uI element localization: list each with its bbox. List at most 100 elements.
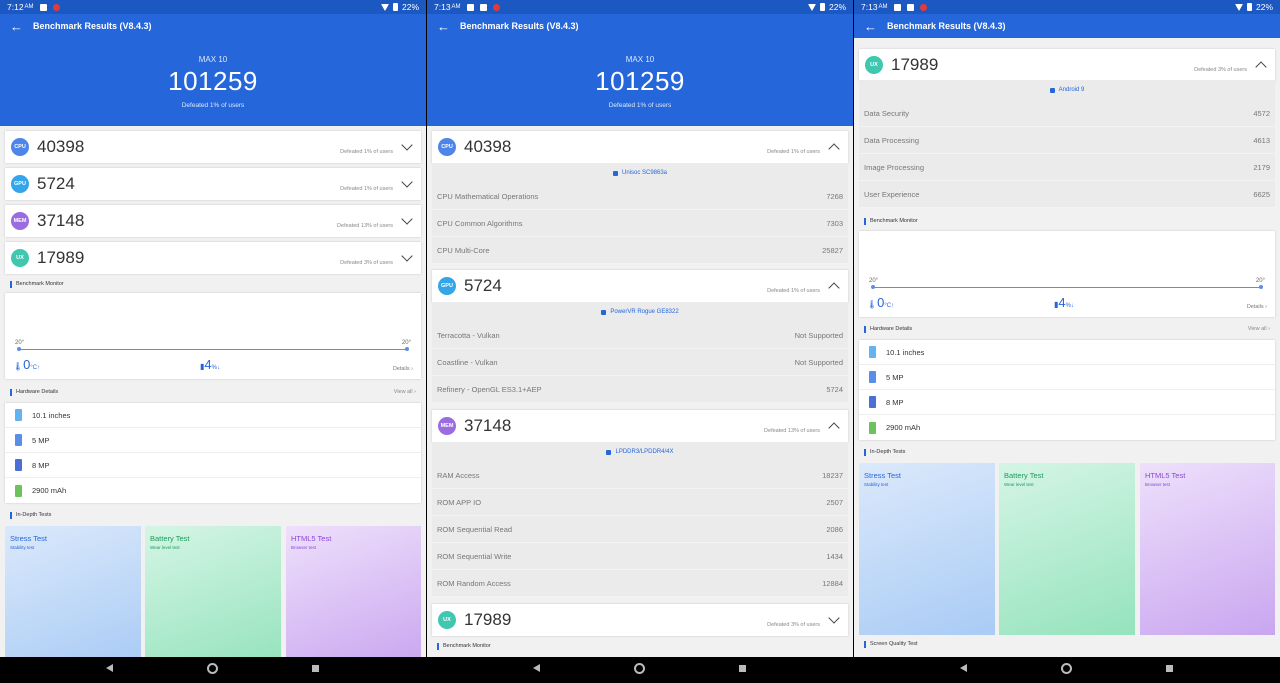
recents-nav-icon[interactable] xyxy=(1166,665,1173,672)
details-link[interactable]: Details › xyxy=(1247,304,1267,310)
gpu-score: 5724 xyxy=(464,276,502,295)
cpu-score: 40398 xyxy=(464,137,512,156)
app-bar: ← Benchmark Results (V8.4.3) xyxy=(427,14,853,38)
list-item: User Experience 6625 xyxy=(859,181,1275,208)
home-nav-icon[interactable] xyxy=(634,663,645,674)
chevron-up-icon[interactable] xyxy=(1255,59,1267,71)
recents-nav-icon[interactable] xyxy=(739,665,746,672)
mem-badge: MEM xyxy=(11,212,29,230)
tile-subtitle: Browser test xyxy=(1145,482,1171,487)
ux-score-card[interactable]: UX 17989 Defeated 3% of users xyxy=(859,49,1275,81)
chevron-up-icon[interactable] xyxy=(828,141,840,153)
app-bar-title: Benchmark Results (V8.4.3) xyxy=(33,21,152,31)
gpu-score-card[interactable]: GPU 5724 Defeated 1% of users xyxy=(5,168,421,200)
list-item: 2900 mAh xyxy=(5,478,421,503)
mem-chip: LPDDR3/LPDDR4/4X xyxy=(432,442,848,462)
screen-ux-details: 7:13 AM 22% ← Benchmark Results (V8.4.3) … xyxy=(854,0,1280,657)
chevron-down-icon[interactable] xyxy=(401,178,413,190)
total-defeated: Defeated 1% of users xyxy=(181,102,245,109)
chevron-up-icon[interactable] xyxy=(828,280,840,292)
temperature-rise: 🌡0°C↑ xyxy=(13,357,40,372)
back-arrow-icon[interactable]: ← xyxy=(864,20,877,33)
back-arrow-icon[interactable]: ← xyxy=(10,20,23,33)
image-icon xyxy=(893,3,901,11)
row-label: RAM Access xyxy=(437,470,480,480)
chevron-down-icon[interactable] xyxy=(401,215,413,227)
device-name: MAX 10 xyxy=(625,55,655,64)
row-value: 7303 xyxy=(826,218,843,228)
chevron-up-icon[interactable] xyxy=(828,420,840,432)
cpu-badge: CPU xyxy=(11,138,29,156)
tile-subtitle: Stability test xyxy=(10,545,35,550)
recents-nav-icon[interactable] xyxy=(312,665,319,672)
cpu-defeated: Defeated 1% of users xyxy=(340,149,393,155)
notification-icon xyxy=(52,3,60,11)
row-value: 2086 xyxy=(826,524,843,534)
section-title: Benchmark Monitor xyxy=(10,281,64,288)
status-time: 7:13 xyxy=(434,2,451,12)
row-value: 6625 xyxy=(1253,189,1270,199)
gpu-defeated: Defeated 1% of users xyxy=(767,288,820,294)
ux-score-card[interactable]: UX 17989 Defeated 3% of users xyxy=(432,604,848,636)
status-bar: 7:13 AM 22% xyxy=(427,0,853,14)
section-title: Hardware Details xyxy=(10,389,58,396)
mem-score-card[interactable]: MEM 37148 Defeated 13% of users xyxy=(5,205,421,237)
html5-test-tile[interactable]: HTML5 Test Browser test xyxy=(286,526,421,657)
ux-defeated: Defeated 3% of users xyxy=(340,260,393,266)
home-nav-icon[interactable] xyxy=(207,663,218,674)
view-all-link[interactable]: View all › xyxy=(394,389,416,395)
back-nav-icon[interactable] xyxy=(533,664,540,672)
thermometer-icon: 🌡 xyxy=(867,300,878,309)
row-label: Data Security xyxy=(864,108,910,118)
battery-test-tile[interactable]: Battery Test Wear level test xyxy=(145,526,281,657)
stress-test-tile[interactable]: Stress Test Stability test xyxy=(5,526,141,657)
details-link[interactable]: Details › xyxy=(393,366,413,372)
html5-test-tile[interactable]: HTML5 Test Browser test xyxy=(1140,463,1275,635)
view-all-link[interactable]: View all › xyxy=(1248,326,1270,332)
total-score-header: MAX 10 101259 Defeated 1% of users xyxy=(427,38,853,126)
back-nav-icon[interactable] xyxy=(106,664,113,672)
gpu-score: 5724 xyxy=(37,174,75,193)
screen-icon xyxy=(15,409,22,421)
mem-score-card[interactable]: MEM 37148 Defeated 13% of users xyxy=(432,410,848,442)
row-label: Terracotta - Vulkan xyxy=(437,330,500,340)
chevron-down-icon[interactable] xyxy=(401,252,413,264)
list-item: 5 MP xyxy=(5,428,421,453)
stress-test-tile[interactable]: Stress Test Stability test xyxy=(859,463,995,635)
row-label: CPU Mathematical Operations xyxy=(437,191,539,201)
ux-score-card[interactable]: UX 17989 Defeated 3% of users xyxy=(5,242,421,274)
image-icon xyxy=(466,3,474,11)
row-label: Refinery - OpenGL ES3.1+AEP xyxy=(437,384,542,394)
list-item: 2900 mAh xyxy=(859,415,1275,440)
ux-score: 17989 xyxy=(464,610,512,629)
navigation-bar xyxy=(0,657,1280,683)
battery-test-tile[interactable]: Battery Test Wear level test xyxy=(999,463,1135,635)
row-label: ROM Sequential Write xyxy=(437,551,512,561)
cpu-score-card[interactable]: CPU 40398 Defeated 1% of users xyxy=(5,131,421,163)
back-arrow-icon[interactable]: ← xyxy=(437,20,450,33)
mem-defeated: Defeated 13% of users xyxy=(764,428,820,434)
tile-subtitle: Wear level test xyxy=(150,545,180,550)
battery-level: 22% xyxy=(828,2,846,12)
chevron-down-icon[interactable] xyxy=(401,141,413,153)
temp-unit: °C↑ xyxy=(30,365,41,371)
chevron-down-icon[interactable] xyxy=(828,614,840,626)
mem-defeated: Defeated 13% of users xyxy=(337,223,393,229)
ux-defeated: Defeated 3% of users xyxy=(1194,67,1247,73)
battery-drop: ▮4%↓ xyxy=(1054,295,1074,310)
home-nav-icon[interactable] xyxy=(1061,663,1072,674)
list-item: ROM Sequential Read 2086 xyxy=(432,516,848,543)
ux-defeated: Defeated 3% of users xyxy=(767,622,820,628)
benchmark-monitor-chart[interactable]: 20° 20° 🌡0°C↑ ▮4%↓ Details › xyxy=(5,293,421,379)
hardware-details-card[interactable]: 10.1 inches 5 MP 8 MP 2900 mAh xyxy=(859,340,1275,440)
gpu-badge: GPU xyxy=(11,175,29,193)
cpu-score-card[interactable]: CPU 40398 Defeated 1% of users xyxy=(432,131,848,163)
benchmark-monitor-chart[interactable]: 20° 20° 🌡0°C↑ ▮4%↓ Details › xyxy=(859,231,1275,317)
play-store-icon xyxy=(479,3,487,11)
list-item: 10.1 inches xyxy=(859,340,1275,365)
back-nav-icon[interactable] xyxy=(960,664,967,672)
gpu-score-card[interactable]: GPU 5724 Defeated 1% of users xyxy=(432,270,848,302)
hardware-details-card[interactable]: 10.1 inches 5 MP 8 MP 2900 mAh xyxy=(5,403,421,503)
chip-icon xyxy=(612,170,618,176)
row-label: Data Processing xyxy=(864,135,920,145)
